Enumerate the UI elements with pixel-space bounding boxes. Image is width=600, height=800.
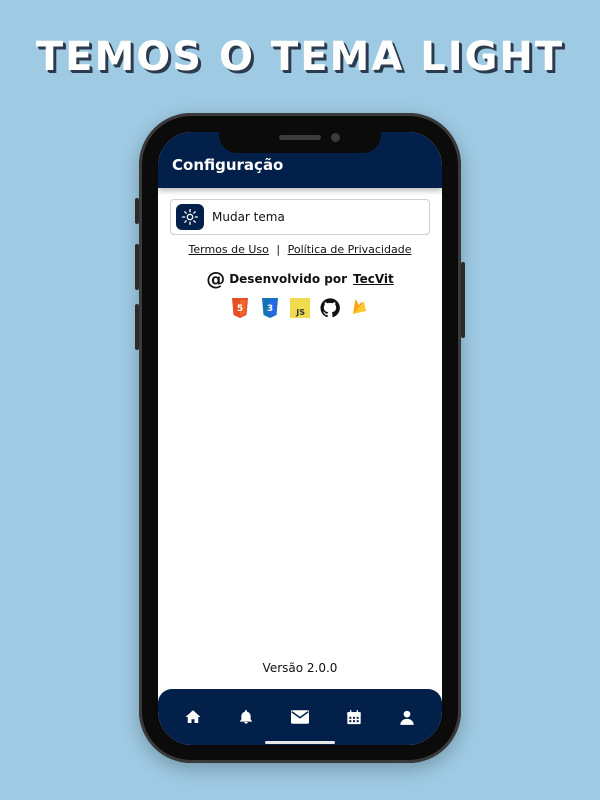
calendar-icon[interactable] (342, 705, 366, 729)
mail-icon[interactable] (288, 705, 312, 729)
terms-link[interactable]: Termos de Uso (189, 243, 269, 256)
phone-volume-up (135, 244, 139, 290)
bottom-nav (158, 689, 442, 745)
user-icon[interactable] (395, 705, 419, 729)
phone-notch (219, 127, 381, 153)
links-separator: | (276, 243, 281, 256)
legal-links: Termos de Uso | Política de Privacidade (158, 243, 442, 256)
javascript-icon: JS (290, 298, 310, 318)
svg-text:JS: JS (295, 308, 305, 317)
svg-text:3: 3 (267, 304, 273, 314)
at-icon: @ (206, 268, 226, 290)
phone-silent-switch (135, 198, 139, 224)
developer-prefix: Desenvolvido por (229, 272, 348, 286)
privacy-link[interactable]: Política de Privacidade (288, 243, 412, 256)
phone-power-button (461, 262, 465, 338)
developer-brand-link[interactable]: TecVit (353, 272, 394, 286)
html5-icon: 5 (230, 298, 250, 318)
home-icon[interactable] (181, 705, 205, 729)
app-version: Versão 2.0.0 (262, 661, 338, 675)
home-indicator (265, 741, 335, 744)
tech-icons: 5 3 JS (158, 298, 442, 318)
developer-credit: @ Desenvolvido por TecVit (158, 268, 442, 290)
css3-icon: 3 (260, 298, 280, 318)
change-theme-label: Mudar tema (212, 210, 285, 224)
change-theme-button[interactable]: Mudar tema (170, 199, 430, 235)
phone-volume-down (135, 304, 139, 350)
headline: Temos o tema light (35, 34, 565, 80)
sun-icon (176, 204, 204, 230)
speaker-grille (279, 135, 321, 140)
phone-screen: Configuração Mudar tema Termos de Uso | … (158, 132, 442, 745)
front-camera (331, 133, 340, 142)
firebase-icon (350, 298, 370, 318)
github-icon (320, 298, 340, 318)
page-title: Configuração (172, 156, 284, 174)
svg-text:5: 5 (237, 304, 243, 314)
bell-icon[interactable] (234, 705, 258, 729)
